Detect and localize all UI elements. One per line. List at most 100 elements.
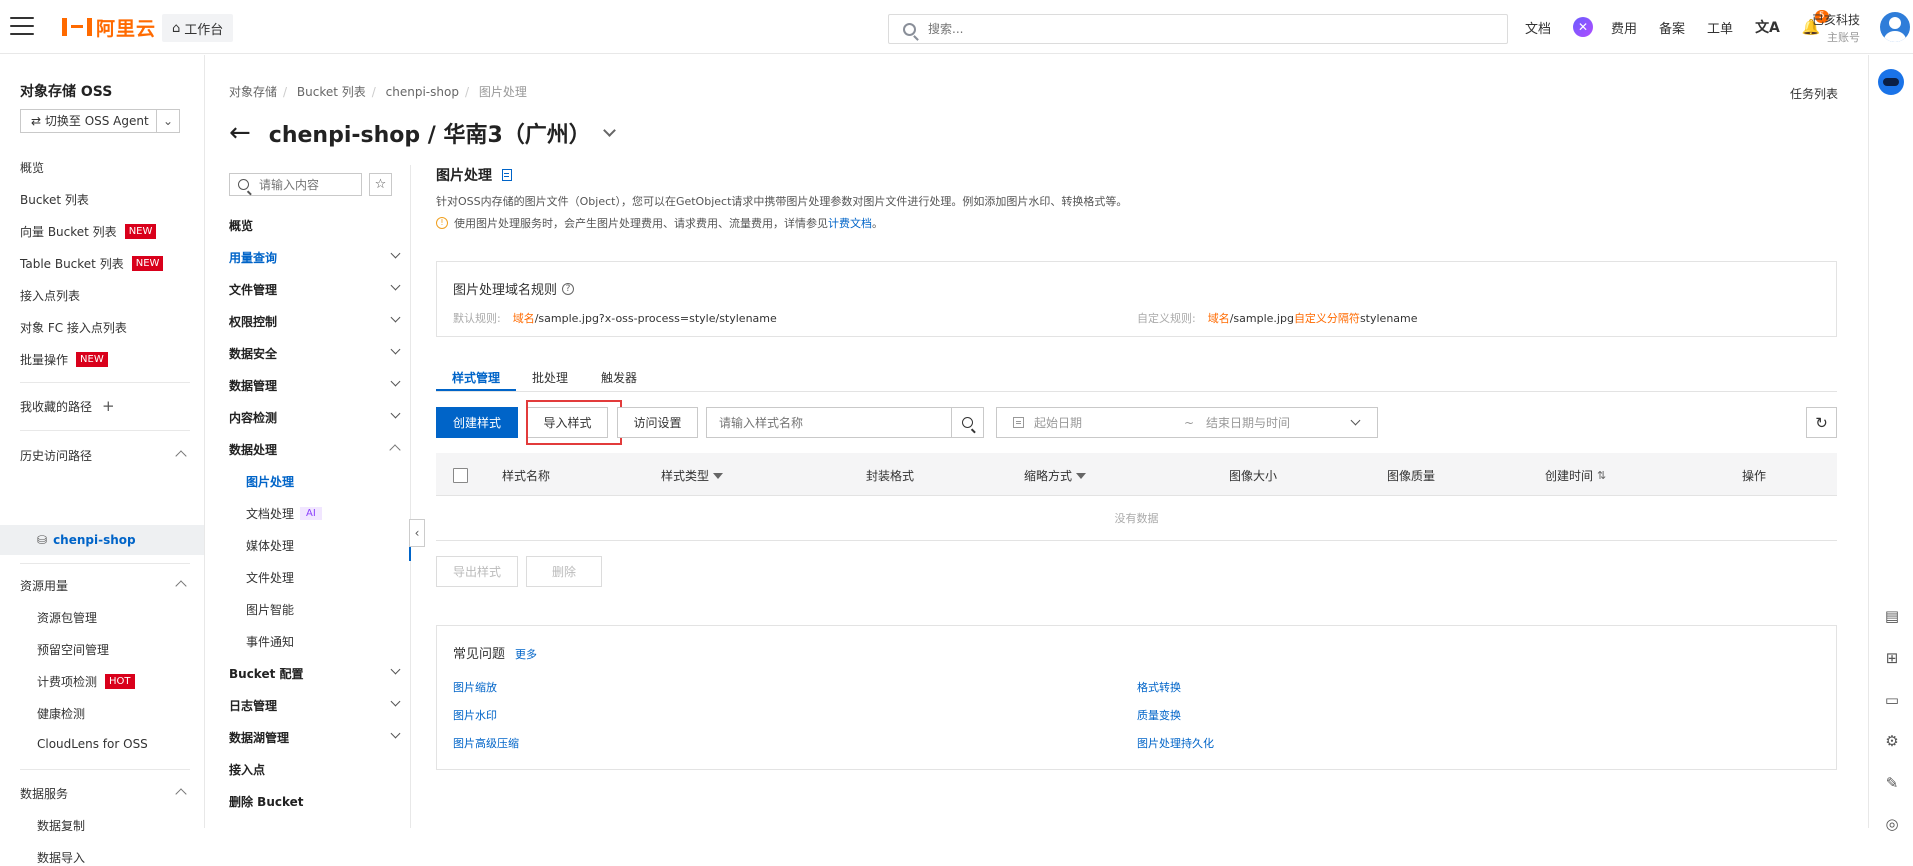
- billing-link[interactable]: 费用: [1611, 18, 1637, 37]
- leftnav-item-access-points[interactable]: 接入点列表: [20, 287, 80, 304]
- star-icon[interactable]: ☆: [369, 173, 392, 196]
- chevron-down-icon[interactable]: [390, 696, 401, 707]
- resource-item-health[interactable]: 健康检测: [37, 705, 85, 722]
- chevron-up-icon[interactable]: [389, 444, 401, 456]
- resource-section[interactable]: 资源用量: [20, 577, 187, 594]
- export-style-button[interactable]: 导出样式: [436, 556, 518, 587]
- chevron-down-icon[interactable]: [390, 248, 401, 259]
- chevron-down-icon[interactable]: [390, 728, 401, 739]
- subnav-item-bucket-config[interactable]: Bucket 配置: [229, 664, 401, 682]
- terminal-icon[interactable]: ▭: [1883, 691, 1901, 709]
- switch-agent[interactable]: ⇄ 切换至 OSS Agent ⌄: [20, 109, 180, 133]
- subnav-sub-media-processing[interactable]: 媒体处理: [246, 537, 294, 554]
- subnav-item-data-processing[interactable]: 数据处理: [229, 441, 401, 458]
- subnav-sub-event-notify[interactable]: 事件通知: [246, 633, 294, 650]
- date-end[interactable]: 结束日期与时间: [1206, 414, 1352, 431]
- ticket-link[interactable]: 工单: [1707, 18, 1733, 37]
- chevron-down-icon[interactable]: [1350, 415, 1361, 426]
- faq-link[interactable]: 图片水印: [453, 707, 497, 723]
- leftnav-item-overview[interactable]: 概览: [20, 159, 44, 176]
- chip-icon[interactable]: ⊞: [1883, 649, 1901, 667]
- aliyun-logo[interactable]: 阿里云: [62, 15, 156, 40]
- chevron-down-icon[interactable]: [602, 123, 616, 137]
- column-header-thumb[interactable]: 缩略方式: [1024, 467, 1087, 484]
- notes-icon[interactable]: ▤: [1883, 607, 1901, 625]
- refresh-icon[interactable]: ↻: [1806, 407, 1837, 438]
- faq-link[interactable]: 质量变换: [1137, 707, 1181, 723]
- menu-icon[interactable]: [10, 17, 34, 37]
- column-header-created[interactable]: 创建时间 ⇅: [1545, 467, 1606, 484]
- date-start[interactable]: 起始日期: [1034, 414, 1184, 431]
- filter-icon[interactable]: [713, 472, 724, 479]
- subnav-item-datalake[interactable]: 数据湖管理: [229, 728, 401, 746]
- style-search-input[interactable]: [707, 408, 951, 437]
- avatar[interactable]: [1880, 12, 1910, 42]
- resource-item-package[interactable]: 资源包管理: [37, 609, 97, 626]
- workbench-button[interactable]: ⌂ 工作台: [162, 14, 234, 42]
- faq-link[interactable]: 图片高级压缩: [453, 735, 519, 751]
- filter-icon[interactable]: [1076, 472, 1087, 479]
- subnav-item-data-mgmt[interactable]: 数据管理: [229, 376, 401, 394]
- tab-batch[interactable]: 批处理: [532, 369, 568, 386]
- chevron-down-icon[interactable]: [390, 376, 401, 387]
- data-service-item-import[interactable]: 数据导入: [37, 849, 85, 866]
- subnav-sub-doc-processing[interactable]: 文档处理 AI: [246, 505, 322, 522]
- faq-link[interactable]: 图片缩放: [453, 679, 497, 695]
- subnav-item-usage[interactable]: 用量查询: [229, 248, 401, 266]
- date-range-picker[interactable]: 起始日期 ~ 结束日期与时间: [996, 407, 1378, 438]
- chevron-up-icon[interactable]: [175, 788, 187, 800]
- leftnav-item-batch[interactable]: 批量操作 NEW: [20, 351, 108, 368]
- faq-link[interactable]: 图片处理持久化: [1137, 735, 1214, 751]
- subnav-sub-image-processing[interactable]: 图片处理: [246, 473, 294, 490]
- column-header-style-type[interactable]: 样式类型: [661, 467, 724, 484]
- style-search[interactable]: [706, 407, 984, 438]
- ai-assistant-icon[interactable]: ✕: [1573, 17, 1594, 37]
- create-style-button[interactable]: 创建样式: [436, 407, 518, 438]
- style-search-button[interactable]: [951, 408, 983, 437]
- plus-icon[interactable]: +: [102, 397, 115, 415]
- edit-icon[interactable]: ✎: [1883, 774, 1901, 792]
- subnav-item-files[interactable]: 文件管理: [229, 280, 401, 298]
- subnav-item-content-check[interactable]: 内容检测: [229, 408, 401, 426]
- leftnav-item-bucket-list[interactable]: Bucket 列表: [20, 191, 89, 208]
- chevron-down-icon[interactable]: [390, 408, 401, 419]
- breadcrumb-item[interactable]: 对象存储: [229, 85, 277, 99]
- tab-trigger[interactable]: 触发器: [601, 369, 637, 386]
- chevron-down-icon[interactable]: ⌄: [157, 114, 179, 128]
- help-icon[interactable]: ?: [562, 282, 575, 295]
- subnav-item-overview[interactable]: 概览: [229, 217, 399, 234]
- history-section[interactable]: 历史访问路径: [20, 447, 187, 464]
- data-service-item-replication[interactable]: 数据复制: [37, 817, 85, 834]
- leftnav-item-fc-access-points[interactable]: 对象 FC 接入点列表: [20, 319, 127, 336]
- subnav-search-input[interactable]: [259, 177, 349, 192]
- sort-icon[interactable]: ⇅: [1597, 469, 1606, 482]
- tab-style-management[interactable]: 样式管理: [452, 369, 500, 386]
- support-icon[interactable]: ◎: [1883, 815, 1901, 833]
- subnav-sub-file-processing[interactable]: 文件处理: [246, 569, 294, 586]
- history-item-chenpi-shop[interactable]: ⛁ chenpi-shop: [0, 525, 204, 555]
- translate-icon[interactable]: 文A: [1755, 17, 1780, 37]
- subnav-item-security[interactable]: 数据安全: [229, 344, 401, 362]
- icp-link[interactable]: 备案: [1659, 18, 1685, 37]
- global-search[interactable]: [888, 14, 1508, 44]
- favorites-paths[interactable]: 我收藏的路径 +: [20, 397, 115, 415]
- leftnav-item-table-bucket[interactable]: Table Bucket 列表 NEW: [20, 255, 164, 272]
- subnav-search[interactable]: [229, 173, 362, 196]
- global-search-input[interactable]: [928, 22, 1488, 36]
- resource-item-cloudlens[interactable]: CloudLens for OSS: [37, 737, 148, 751]
- faq-more-link[interactable]: 更多: [515, 646, 537, 662]
- data-service-section[interactable]: 数据服务: [20, 785, 187, 802]
- collapse-sidebar-icon[interactable]: ‹: [409, 519, 425, 547]
- gear-icon[interactable]: ⚙: [1883, 732, 1901, 750]
- breadcrumb-item[interactable]: chenpi-shop: [386, 85, 459, 99]
- billing-doc-link[interactable]: 计费文档: [828, 215, 872, 231]
- subnav-item-permissions[interactable]: 权限控制: [229, 312, 401, 330]
- chevron-up-icon[interactable]: [175, 450, 187, 462]
- chevron-down-icon[interactable]: [390, 280, 401, 291]
- document-icon[interactable]: [502, 169, 512, 181]
- leftnav-item-vector-bucket[interactable]: 向量 Bucket 列表 NEW: [20, 223, 157, 240]
- faq-link[interactable]: 格式转换: [1137, 679, 1181, 695]
- switch-agent-button[interactable]: ⇄ 切换至 OSS Agent: [21, 110, 157, 132]
- chevron-up-icon[interactable]: [175, 580, 187, 592]
- chevron-down-icon[interactable]: [390, 664, 401, 675]
